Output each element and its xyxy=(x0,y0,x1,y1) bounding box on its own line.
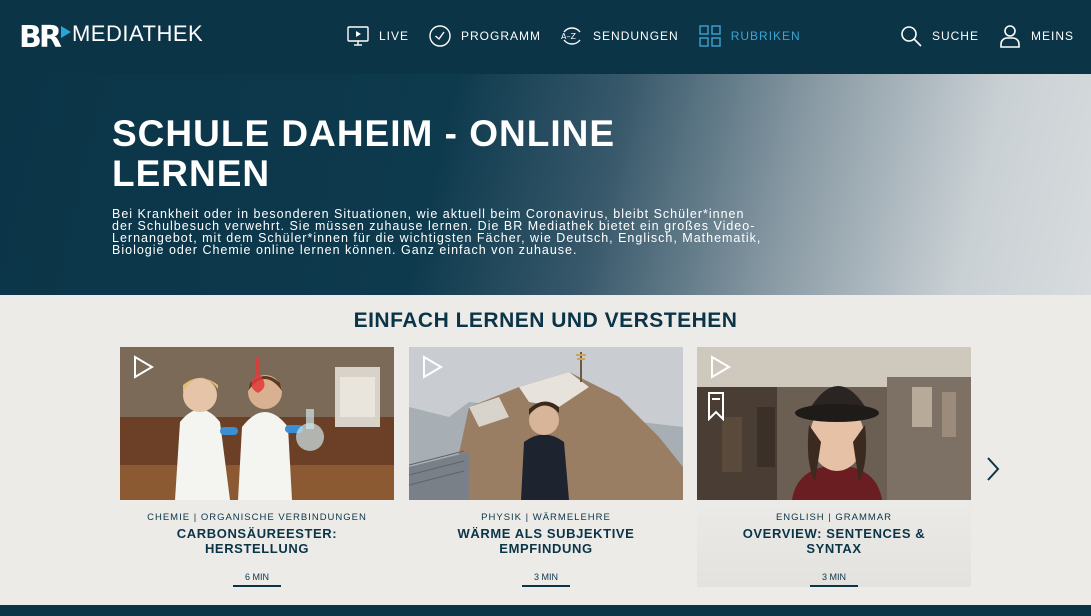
br-mediathek-logo[interactable]: BR MEDIATHEK xyxy=(19,20,203,55)
footer-bar xyxy=(0,605,1091,616)
hero-banner: SCHULE DAHEIM - ONLINE LERNEN Bei Krankh… xyxy=(0,74,1091,295)
chevron-right-icon[interactable] xyxy=(984,455,1002,483)
card-category: PHYSIK | WÄRMELEHRE xyxy=(481,512,611,523)
main-nav: LIVE PROGRAMM A–Z SENDUNGEN RUBRIKEN xyxy=(346,24,820,48)
tv-play-icon xyxy=(347,26,369,46)
card-duration: 3 MIN xyxy=(522,572,570,587)
video-card[interactable]: PHYSIK | WÄRMELEHRE WÄRME ALS SUBJEKTIVE… xyxy=(409,347,683,587)
thumbnail-image xyxy=(697,347,971,500)
card-title[interactable]: OVERVIEW: SENTENCES & SYNTAX xyxy=(717,526,951,556)
card-duration: 6 MIN xyxy=(233,572,281,587)
right-nav: SUCHE MEINS xyxy=(880,24,1074,48)
clock-icon xyxy=(429,25,451,47)
nav-item-rubriken[interactable]: RUBRIKEN xyxy=(698,24,801,48)
page-title: SCHULE DAHEIM - ONLINE LERNEN xyxy=(112,113,615,194)
video-thumbnail[interactable] xyxy=(120,347,394,500)
search-icon xyxy=(901,26,922,47)
card-title[interactable]: CARBONSÄUREESTER: HERSTELLUNG xyxy=(140,526,374,556)
card-category: ENGLISH | GRAMMAR xyxy=(775,512,893,523)
user-icon xyxy=(1000,25,1020,48)
search-button[interactable]: SUCHE xyxy=(899,24,979,48)
logo-text: MEDIATHEK xyxy=(71,20,204,46)
nav-item-sendungen[interactable]: A–Z SENDUNGEN xyxy=(560,24,679,48)
card-category: CHEMIE | ORGANISCHE VERBINDUNGEN xyxy=(147,512,367,523)
top-navigation-bar: BR MEDIATHEK LIVE PROGRAMM A–Z SENDUNGEN xyxy=(0,0,1091,74)
video-card[interactable]: ENGLISH | GRAMMAR OVERVIEW: SENTENCES & … xyxy=(697,347,971,587)
nav-item-label: LIVE xyxy=(379,29,410,43)
nav-item-label: SENDUNGEN xyxy=(593,29,679,43)
search-label: SUCHE xyxy=(931,29,979,43)
section-title: EINFACH LERNEN UND VERSTEHEN xyxy=(353,309,738,332)
hero-description: Bei Krankheit oder in besonderen Situati… xyxy=(112,207,762,257)
video-thumbnail[interactable] xyxy=(409,347,683,500)
account-button[interactable]: MEINS xyxy=(998,24,1074,48)
account-label: MEINS xyxy=(1030,29,1074,43)
play-icon[interactable] xyxy=(131,355,155,379)
card-title[interactable]: WÄRME ALS SUBJEKTIVE EMPFINDUNG xyxy=(429,526,663,556)
thumbnail-image xyxy=(409,347,683,500)
nav-item-label: RUBRIKEN xyxy=(730,29,801,43)
logo-br-letters: BR xyxy=(19,20,62,55)
nav-item-live[interactable]: LIVE xyxy=(346,24,409,48)
nav-item-label: PROGRAMM xyxy=(461,29,542,43)
thumbnail-image xyxy=(120,347,394,500)
video-card[interactable]: CHEMIE | ORGANISCHE VERBINDUNGEN CARBONS… xyxy=(120,347,394,587)
nav-item-programm[interactable]: PROGRAMM xyxy=(428,24,541,48)
play-icon[interactable] xyxy=(708,355,732,379)
bookmark-icon[interactable] xyxy=(707,391,725,421)
logo-triangle-icon xyxy=(60,25,71,38)
card-duration: 3 MIN xyxy=(810,572,858,587)
a-z-icon: A–Z xyxy=(561,27,581,45)
svg-text:A–Z: A–Z xyxy=(561,32,576,41)
grid-icon xyxy=(699,25,721,47)
play-icon[interactable] xyxy=(420,355,444,379)
video-thumbnail[interactable] xyxy=(697,347,971,500)
